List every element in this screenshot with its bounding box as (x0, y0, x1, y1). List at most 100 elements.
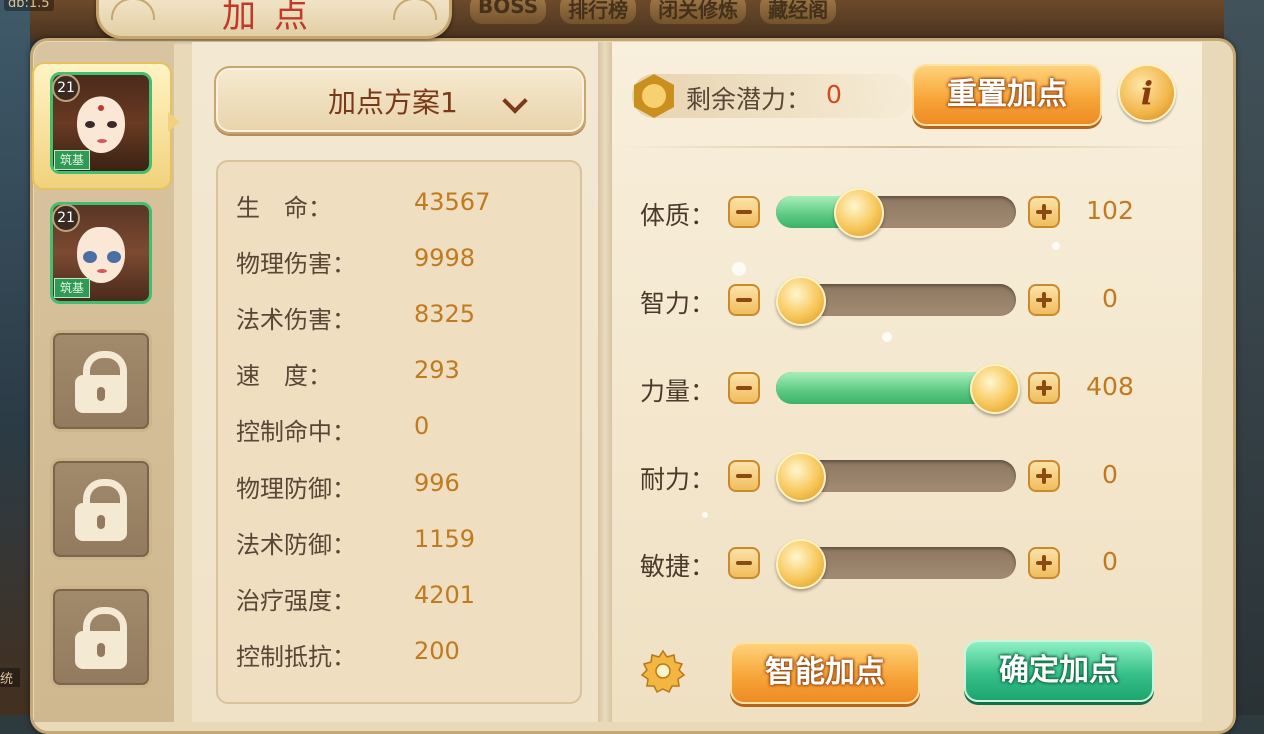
attribute-label: 力量： (640, 377, 716, 406)
attribute-value: 0 (1102, 547, 1118, 576)
attribute-label: 体质： (640, 201, 716, 230)
attribute-value: 0 (1102, 284, 1118, 313)
nav-retreat[interactable]: 闭关修炼 (650, 0, 747, 24)
attribute-label: 敏捷： (640, 552, 716, 581)
realm-tag: 筑基 (54, 278, 90, 298)
level-badge: 21 (52, 74, 80, 102)
stat-value: 996 (414, 469, 460, 497)
attribute-row: 耐力： 0 (640, 450, 1200, 502)
stat-label: 物理防御： (236, 475, 356, 503)
attribute-value: 408 (1086, 372, 1134, 401)
attribute-label: 耐力： (640, 465, 716, 494)
stat-value: 8325 (414, 300, 476, 328)
scheme-label: 加点方案1 (328, 86, 458, 119)
portrait-lip (97, 269, 107, 273)
plus-button[interactable] (1028, 196, 1060, 228)
stat-value: 293 (414, 356, 460, 384)
portrait-eye (83, 251, 97, 263)
selection-pointer (168, 112, 180, 132)
plus-button[interactable] (1028, 284, 1060, 316)
realm-tag: 筑基 (54, 150, 90, 170)
locked-slot[interactable] (50, 586, 152, 688)
minus-icon (736, 298, 752, 302)
minus-button[interactable] (728, 460, 760, 492)
top-left-tag: db:1.5 (4, 0, 54, 11)
portrait-lip (97, 139, 107, 143)
minus-button[interactable] (728, 284, 760, 316)
attribute-row: 敏捷： 0 (640, 537, 1200, 589)
stat-value: 43567 (414, 188, 491, 216)
plus-icon-stroke (1042, 380, 1046, 396)
stat-label: 生 命： (236, 194, 332, 222)
stat-value: 1159 (414, 525, 476, 553)
plus-button[interactable] (1028, 460, 1060, 492)
attribute-label: 智力： (640, 289, 716, 318)
minus-icon (736, 474, 752, 478)
attribute-row: 体质： 102 (640, 186, 1200, 238)
stat-label: 法术防御： (236, 531, 356, 559)
attribute-slider[interactable] (776, 364, 1020, 414)
slider-knob[interactable] (970, 364, 1020, 414)
potential-value: 0 (826, 80, 842, 109)
plus-icon-stroke (1042, 204, 1046, 220)
potential-icon-center (642, 84, 666, 108)
attribute-slider[interactable] (776, 539, 1016, 589)
smart-allocate-button[interactable]: 智能加点 (730, 642, 920, 704)
nav-ranking[interactable]: 排行榜 (560, 0, 637, 24)
info-button[interactable]: i (1118, 64, 1176, 122)
slider-knob[interactable] (776, 452, 826, 502)
reset-points-button[interactable]: 重置加点 (912, 64, 1102, 126)
separator-line (620, 146, 1190, 148)
slider-knob[interactable] (776, 539, 826, 589)
locked-slot[interactable] (50, 458, 152, 560)
stat-label: 控制抵抗： (236, 643, 356, 671)
minus-icon (736, 386, 752, 390)
top-nav: BOSS 排行榜 闭关修炼 藏经阁 (470, 0, 837, 24)
attribute-slider[interactable] (776, 188, 1016, 238)
minus-button[interactable] (728, 372, 760, 404)
panel-divider (598, 42, 612, 722)
stat-value: 0 (414, 412, 430, 440)
potential-label: 剩余潜力： (686, 85, 812, 114)
slider-fill (776, 372, 1003, 404)
stat-label: 速 度： (236, 362, 332, 390)
stat-value: 4201 (414, 581, 476, 609)
attribute-value: 102 (1086, 196, 1134, 225)
page-title: 加点 (222, 0, 326, 36)
plus-button[interactable] (1028, 547, 1060, 579)
gear-icon[interactable] (640, 648, 686, 694)
lock-icon-keyhole (97, 387, 105, 401)
plus-icon-stroke (1042, 292, 1046, 308)
plus-button[interactable] (1028, 372, 1060, 404)
slider-knob[interactable] (776, 276, 826, 326)
level-badge: 21 (52, 204, 80, 232)
sparkle (702, 512, 708, 518)
stat-value: 200 (414, 637, 460, 665)
nav-library[interactable]: 藏经阁 (760, 0, 837, 24)
attribute-row: 力量： 408 (640, 362, 1200, 414)
attribute-row: 智力： 0 (640, 274, 1200, 326)
minus-button[interactable] (728, 196, 760, 228)
scheme-dropdown[interactable]: 加点方案1 (214, 66, 586, 134)
stat-label: 物理伤害： (236, 250, 356, 278)
chevron-down-icon (502, 88, 528, 114)
minus-icon (736, 561, 752, 565)
stat-value: 9998 (414, 244, 476, 272)
confirm-allocate-button[interactable]: 确定加点 (964, 640, 1154, 702)
locked-slot[interactable] (50, 330, 152, 432)
attribute-slider[interactable] (776, 276, 1016, 326)
attribute-slider[interactable] (776, 452, 1016, 502)
title-banner: 加点 (96, 0, 452, 39)
portrait-eye (85, 121, 95, 128)
plus-icon-stroke (1042, 555, 1046, 571)
slider-knob[interactable] (834, 188, 885, 238)
stat-label: 控制命中： (236, 418, 356, 446)
left-scenery (0, 0, 30, 715)
stat-label: 治疗强度： (236, 587, 356, 615)
attribute-value: 0 (1102, 460, 1118, 489)
minus-icon (736, 210, 752, 214)
minus-button[interactable] (728, 547, 760, 579)
portrait-eye (107, 251, 121, 263)
nav-boss[interactable]: BOSS (470, 0, 547, 24)
plus-icon-stroke (1042, 468, 1046, 484)
